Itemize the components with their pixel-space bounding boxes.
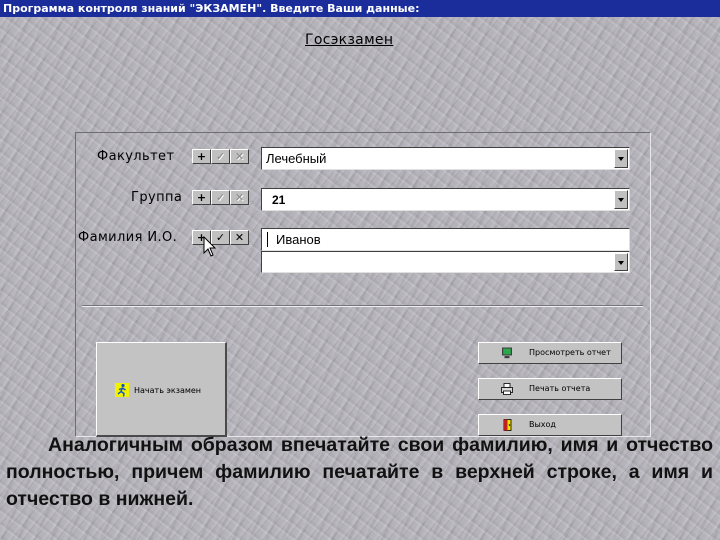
- print-report-button[interactable]: Печать отчета: [478, 378, 622, 400]
- instruction-caption: Аналогичным образом впечатайте свои фами…: [6, 434, 713, 510]
- name-buttons: + ✓ ✕: [192, 230, 249, 245]
- given-name-combobox[interactable]: [261, 251, 630, 273]
- name-delete-button[interactable]: ✕: [230, 230, 249, 245]
- text-caret: [267, 232, 268, 247]
- faculty-combobox[interactable]: Лечебный: [261, 147, 630, 170]
- faculty-delete-button[interactable]: ✕: [230, 149, 249, 164]
- group-label: Группа: [131, 190, 183, 205]
- group-combobox[interactable]: 21: [261, 188, 630, 211]
- running-man-icon: [115, 383, 129, 397]
- faculty-value: Лечебный: [266, 151, 327, 166]
- exit-label: Выход: [529, 420, 556, 429]
- surname-input[interactable]: Иванов: [261, 228, 630, 251]
- window-title-bar: Программа контроля знаний "ЭКЗАМЕН". Вве…: [0, 0, 720, 17]
- name-label: Фамилия И.О.: [78, 230, 178, 245]
- group-value: 21: [272, 193, 286, 207]
- group-confirm-button[interactable]: ✓: [211, 190, 230, 205]
- faculty-confirm-button[interactable]: ✓: [211, 149, 230, 164]
- surname-value: Иванов: [276, 232, 321, 247]
- faculty-dropdown-icon[interactable]: [614, 149, 628, 168]
- group-delete-button[interactable]: ✕: [230, 190, 249, 205]
- group-buttons: + ✓ ✕: [192, 190, 249, 205]
- start-exam-label: Начать экзамен: [134, 386, 202, 395]
- printer-icon: [501, 383, 513, 395]
- group-add-button[interactable]: +: [192, 190, 211, 205]
- panel-divider: [82, 305, 643, 307]
- given-name-dropdown-icon[interactable]: [614, 253, 628, 271]
- monitor-icon: [502, 347, 512, 359]
- mouse-pointer-icon: [203, 236, 217, 257]
- faculty-label: Факультет: [97, 149, 175, 164]
- faculty-buttons: + ✓ ✕: [192, 149, 249, 164]
- view-report-label: Просмотреть отчет: [529, 348, 611, 357]
- view-report-button[interactable]: Просмотреть отчет: [478, 342, 622, 364]
- print-report-label: Печать отчета: [529, 384, 591, 393]
- start-exam-button[interactable]: Начать экзамен: [96, 342, 227, 437]
- group-dropdown-icon[interactable]: [614, 190, 628, 209]
- exit-door-icon: [503, 419, 512, 431]
- faculty-add-button[interactable]: +: [192, 149, 211, 164]
- page-title: Госэкзамен: [305, 32, 394, 48]
